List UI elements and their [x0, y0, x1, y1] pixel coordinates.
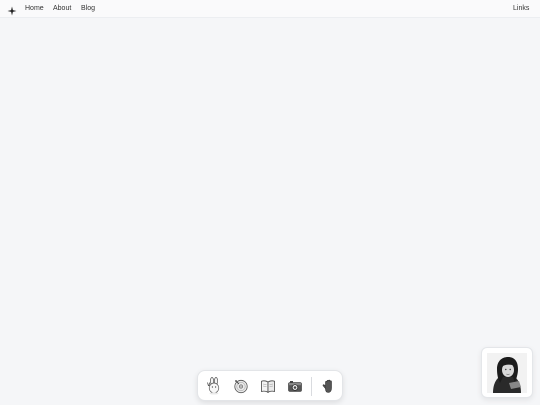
- nav-home-link[interactable]: Home: [25, 4, 44, 13]
- nav-about-link[interactable]: About: [53, 4, 71, 13]
- profile-photo[interactable]: [481, 347, 533, 398]
- hand-icon[interactable]: [320, 377, 338, 395]
- dock-divider: [311, 377, 312, 396]
- camera-icon[interactable]: [286, 377, 304, 395]
- bunny-peace-icon[interactable]: [205, 377, 223, 395]
- vinyl-record-icon[interactable]: [232, 377, 250, 395]
- nav-blog-link[interactable]: Blog: [81, 4, 95, 13]
- nav-links-link[interactable]: Links: [513, 4, 529, 13]
- top-navigation-bar: Home About Blog Links: [0, 0, 540, 18]
- app-dock: [197, 370, 343, 401]
- open-book-icon[interactable]: [259, 377, 277, 395]
- sparkle-icon[interactable]: [7, 3, 17, 16]
